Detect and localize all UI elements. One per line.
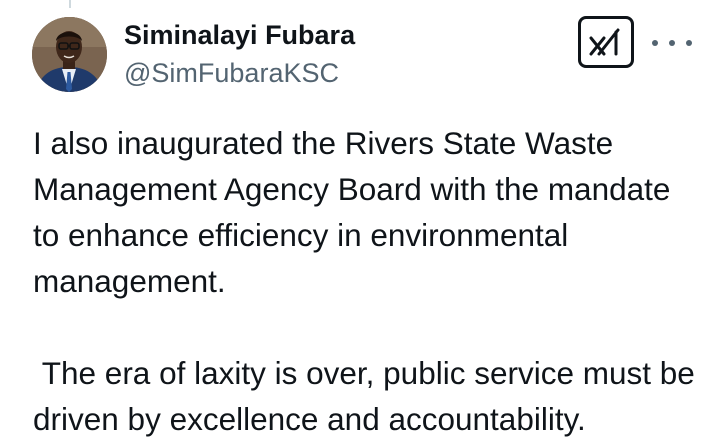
grok-icon	[589, 28, 620, 56]
profile-photo-icon	[32, 17, 107, 92]
author-avatar[interactable]	[32, 17, 107, 92]
tweet-paragraph-1: I also inaugurated the Rivers State Wast…	[33, 125, 680, 299]
tweet-paragraph-2: The era of laxity is over, public servic…	[33, 355, 704, 437]
thread-connector-line	[69, 0, 71, 8]
more-icon-dot	[669, 40, 675, 46]
author-display-name[interactable]: Siminalayi Fubara	[124, 18, 355, 52]
more-icon-dot	[686, 40, 692, 46]
more-icon	[652, 40, 658, 46]
author-info[interactable]: Siminalayi Fubara @SimFubaraKSC	[124, 18, 355, 90]
author-handle[interactable]: @SimFubaraKSC	[124, 56, 355, 90]
tweet-text: I also inaugurated the Rivers State Wast…	[33, 120, 703, 442]
grok-button[interactable]	[578, 16, 634, 68]
more-options-button[interactable]	[652, 30, 692, 56]
